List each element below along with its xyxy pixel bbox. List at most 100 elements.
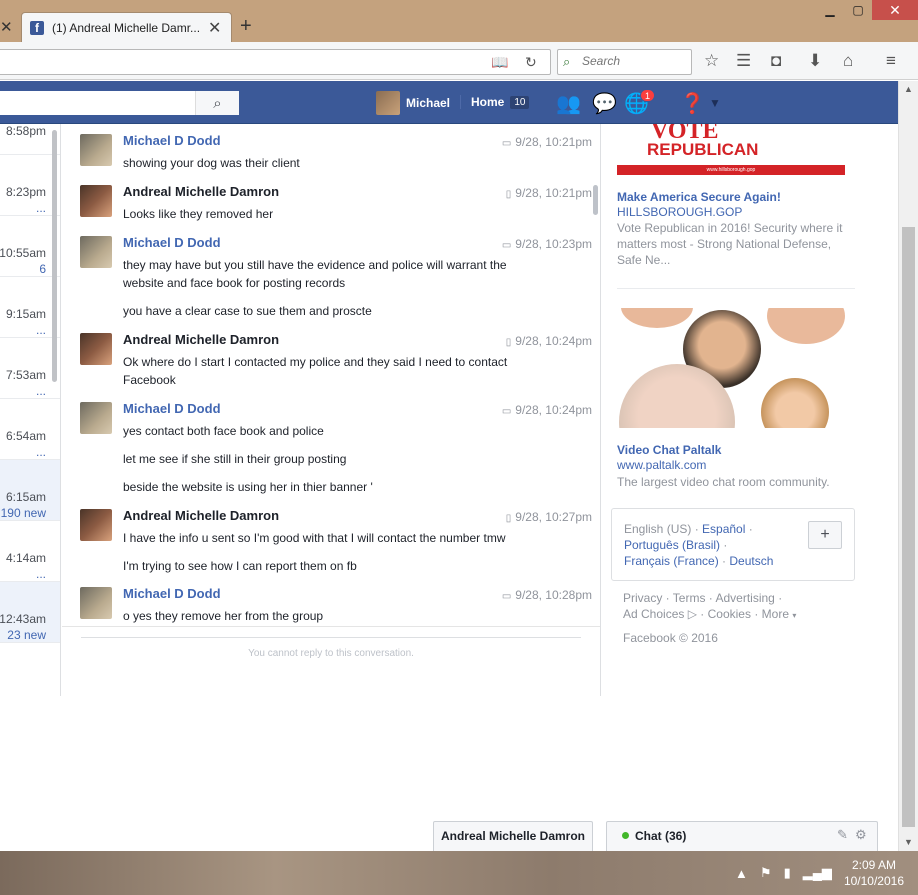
language-link[interactable]: Português (Brasil) [624, 538, 720, 552]
message-author[interactable]: Michael D Dodd [123, 401, 221, 416]
tab-title: (1) Andreal Michelle Damr... [52, 20, 201, 35]
language-link[interactable]: Español [702, 522, 745, 536]
scroll-up-icon[interactable]: ▲ [899, 81, 918, 98]
message-body: Looks like they removed her [123, 205, 543, 233]
message-scrollbar[interactable] [593, 185, 598, 215]
messages-icon[interactable]: 💬 [592, 91, 617, 116]
compose-icon[interactable]: ✎ [837, 827, 848, 843]
pocket-icon[interactable]: ◘ [771, 51, 781, 71]
message-author[interactable]: Andreal Michelle Damron [123, 184, 279, 199]
vote-ad-title[interactable]: Make America Secure Again! [617, 190, 781, 204]
close-tab-icon[interactable]: ✕ [208, 18, 221, 38]
language-link[interactable]: Français (France) [624, 554, 719, 568]
message-text: let me see if she still in their group p… [123, 452, 347, 466]
list-item[interactable]: 6:54am... [0, 399, 60, 460]
browser-titlebar: ✕ f (1) Andreal Michelle Damr... ✕ + ▁ ▢… [0, 0, 918, 42]
message-author[interactable]: Michael D Dodd [123, 133, 221, 148]
terms-link[interactable]: Terms [673, 591, 706, 605]
avatar[interactable] [80, 509, 112, 541]
chat-sidebar-tab[interactable]: Chat (36) ✎ ⚙ [606, 821, 878, 851]
thread-list-scrollbar[interactable] [52, 130, 57, 382]
maximize-icon[interactable]: ▢ [844, 0, 872, 20]
avatar[interactable] [80, 402, 112, 434]
message-text: yes contact both face book and police [123, 424, 324, 438]
window-close-icon[interactable]: ✕ [872, 0, 918, 20]
ad-banner-url: www.hillsborough.gop [706, 167, 756, 173]
browser-tab-active[interactable]: f (1) Andreal Michelle Damr... ✕ [21, 12, 232, 42]
add-language-button[interactable]: + [808, 521, 842, 549]
url-bar[interactable]: 📖 ↻ [0, 49, 551, 75]
facebook-search-field[interactable]: ⌕ [0, 91, 239, 115]
close-tab-icon[interactable]: ✕ [0, 18, 13, 36]
vote-ad-domain[interactable]: HILLSBOROUGH.GOP [617, 205, 742, 219]
message-author[interactable]: Andreal Michelle Damron [123, 508, 279, 523]
menu-hamburger-icon[interactable]: ≡ [886, 51, 896, 71]
ad-choices-link[interactable]: Ad Choices [623, 607, 684, 621]
action-center-flag-icon[interactable]: ⚑ [760, 865, 772, 881]
list-item[interactable]: 10:55am 6 [0, 216, 60, 277]
browser-search-input[interactable] [582, 50, 682, 72]
profile-link[interactable]: Michael [376, 91, 450, 115]
chat-tab-conversation[interactable]: Andreal Michelle Damron [433, 821, 593, 851]
face-image [767, 308, 845, 344]
message-body: yes contact both face book and police let… [123, 422, 543, 506]
new-tab-plus-icon[interactable]: + [240, 15, 252, 38]
signal-bars-icon[interactable]: ▂▄▆ [803, 865, 832, 881]
scroll-down-icon[interactable]: ▼ [899, 834, 918, 851]
list-item[interactable]: 8:23pm... [0, 155, 60, 216]
message-time-text: 9/28, 10:27pm [515, 510, 592, 524]
message-text: showing your dog was their client [123, 156, 300, 170]
avatar[interactable] [80, 587, 112, 619]
page-scrollbar[interactable]: ▲ ▼ [898, 81, 918, 851]
bookmark-star-icon[interactable]: ☆ [704, 51, 719, 71]
message-body: showing your dog was their client [123, 154, 543, 182]
scrollbar-thumb[interactable] [902, 227, 915, 827]
cookies-link[interactable]: Cookies [708, 607, 751, 621]
current-language: English (US) [624, 522, 692, 536]
avatar[interactable] [80, 185, 112, 217]
paltalk-ad-title[interactable]: Video Chat Paltalk [617, 443, 721, 457]
list-item[interactable]: 4:14am... [0, 521, 60, 582]
download-icon[interactable]: ⬇ [808, 51, 822, 71]
battery-icon[interactable]: ▮ [784, 865, 791, 881]
ad-banner-line2: REPUBLICAN [647, 140, 759, 159]
more-link[interactable]: More [762, 607, 789, 621]
home-icon[interactable]: ⌂ [843, 51, 853, 71]
message-text: o yes they remove her from the group [123, 609, 324, 623]
friend-requests-icon[interactable]: 👥 [556, 91, 581, 116]
avatar[interactable] [80, 333, 112, 365]
system-clock[interactable]: 2:09 AM 10/10/2016 [844, 857, 904, 889]
list-item[interactable]: 6:15am 190 new [0, 460, 60, 521]
help-icon[interactable]: ❓ [680, 91, 705, 116]
mobile-device-icon: ▯ [505, 189, 512, 200]
paltalk-ad-image[interactable] [617, 308, 845, 428]
message-author[interactable]: Michael D Dodd [123, 235, 221, 250]
advertising-link[interactable]: Advertising [715, 591, 774, 605]
privacy-link[interactable]: Privacy [623, 591, 662, 605]
gear-icon[interactable]: ⚙ [855, 827, 867, 843]
chevron-down-icon[interactable]: ▼ [709, 96, 721, 110]
show-hidden-icons-icon[interactable]: ▲ [735, 866, 748, 881]
message-author[interactable]: Michael D Dodd [123, 586, 221, 601]
browser-search-box[interactable]: ⌕ [557, 49, 692, 75]
list-item[interactable]: 8:58pm [0, 124, 60, 155]
mobile-device-icon: ▯ [505, 337, 512, 348]
language-link[interactable]: Deutsch [729, 554, 773, 568]
avatar[interactable] [80, 134, 112, 166]
vote-ad-image[interactable]: VOTE REPUBLICAN www.hillsborough.gop [617, 124, 845, 176]
list-item[interactable]: 12:43am 23 new [0, 582, 60, 643]
search-icon[interactable]: ⌕ [195, 91, 239, 115]
thread-subtext: 190 new [0, 506, 46, 520]
minimize-icon[interactable]: ▁ [816, 0, 844, 20]
reader-view-icon[interactable]: 📖 [491, 54, 508, 71]
avatar[interactable] [80, 236, 112, 268]
message-text: Looks like they removed her [123, 207, 274, 221]
reload-icon[interactable]: ↻ [525, 54, 537, 71]
list-item[interactable]: 9:15am... [0, 277, 60, 338]
message-author[interactable]: Andreal Michelle Damron [123, 332, 279, 347]
list-item[interactable]: 7:53am... [0, 338, 60, 399]
home-link[interactable]: Home 10 [460, 95, 530, 109]
paltalk-ad-domain[interactable]: www.paltalk.com [617, 458, 706, 472]
thread-subtext: 6 [39, 262, 46, 276]
bookmarks-list-icon[interactable]: ☰ [736, 51, 751, 71]
